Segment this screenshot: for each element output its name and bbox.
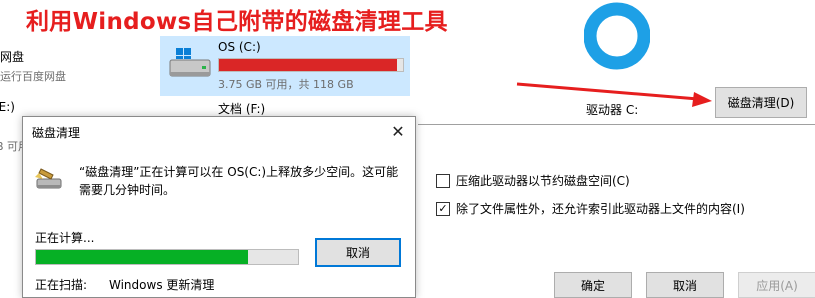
drive-properties-panel: 驱动器 C: 磁盘清理(D) 压缩此驱动器以节约磁盘空间(C) ✓ 除了文件属性… xyxy=(418,0,815,298)
drive-name: 网盘 xyxy=(0,50,25,64)
index-checkbox[interactable]: ✓ xyxy=(436,201,450,216)
dialog-title: 磁盘清理 xyxy=(32,126,81,140)
drive-tile-netdisk[interactable]: 网盘 运行百度网盘 xyxy=(0,36,150,86)
drive-tile-f[interactable]: 文档 (F:) xyxy=(160,98,410,118)
dialog-message: “磁盘清理”正在计算可以在 OS(C:)上释放多少空间。这可能需要几分钟时间。 xyxy=(79,165,399,197)
disk-usage-donut xyxy=(584,2,650,70)
apply-button[interactable]: 应用(A) xyxy=(738,272,815,298)
scanning-row: 正在扫描: Windows 更新清理 xyxy=(35,276,214,293)
dialog-cancel-button[interactable]: 取消 xyxy=(315,238,401,267)
progress-fill xyxy=(36,250,249,264)
drive-usage-bar xyxy=(218,58,404,72)
progress-bar xyxy=(35,249,299,265)
drive-name: OS (C:) xyxy=(218,40,261,54)
drive-usage-fill xyxy=(219,59,398,71)
cancel-button[interactable]: 取消 xyxy=(646,272,724,298)
drive-name: (E:) xyxy=(0,100,15,114)
compress-option[interactable]: 压缩此驱动器以节约磁盘空间(C) xyxy=(436,172,630,189)
drive-label: 驱动器 C: xyxy=(586,103,639,117)
disk-cleanup-icon xyxy=(35,168,62,189)
divider xyxy=(418,124,815,125)
index-label: 除了文件属性外，还允许索引此驱动器上文件的内容(I) xyxy=(456,202,745,216)
close-icon[interactable]: ✕ xyxy=(385,119,411,143)
drive-subtext: 运行百度网盘 xyxy=(0,70,66,83)
compress-checkbox[interactable] xyxy=(436,173,450,188)
hard-drive-icon xyxy=(169,48,211,77)
drive-tile-c[interactable]: OS (C:) 3.75 GB 可用，共 118 GB xyxy=(160,36,410,96)
compress-label: 压缩此驱动器以节约磁盘空间(C) xyxy=(456,174,630,188)
drive-subtext: 3.75 GB 可用，共 118 GB xyxy=(218,78,354,91)
tutorial-caption: 利用Windows自己附带的磁盘清理工具 xyxy=(26,9,448,35)
disk-cleanup-dialog: 磁盘清理 ✕ “磁盘清理”正在计算可以在 OS(C:)上释放多少空间。这可能需要… xyxy=(22,116,416,298)
calculating-label: 正在计算... xyxy=(35,231,95,245)
disk-cleanup-button[interactable]: 磁盘清理(D) xyxy=(715,87,807,118)
scanning-value: Windows 更新清理 xyxy=(109,278,215,292)
ok-button[interactable]: 确定 xyxy=(554,272,632,298)
scanning-label: 正在扫描: xyxy=(35,278,88,292)
index-option[interactable]: ✓ 除了文件属性外，还允许索引此驱动器上文件的内容(I) xyxy=(436,200,745,217)
drive-name: 文档 (F:) xyxy=(218,102,266,116)
